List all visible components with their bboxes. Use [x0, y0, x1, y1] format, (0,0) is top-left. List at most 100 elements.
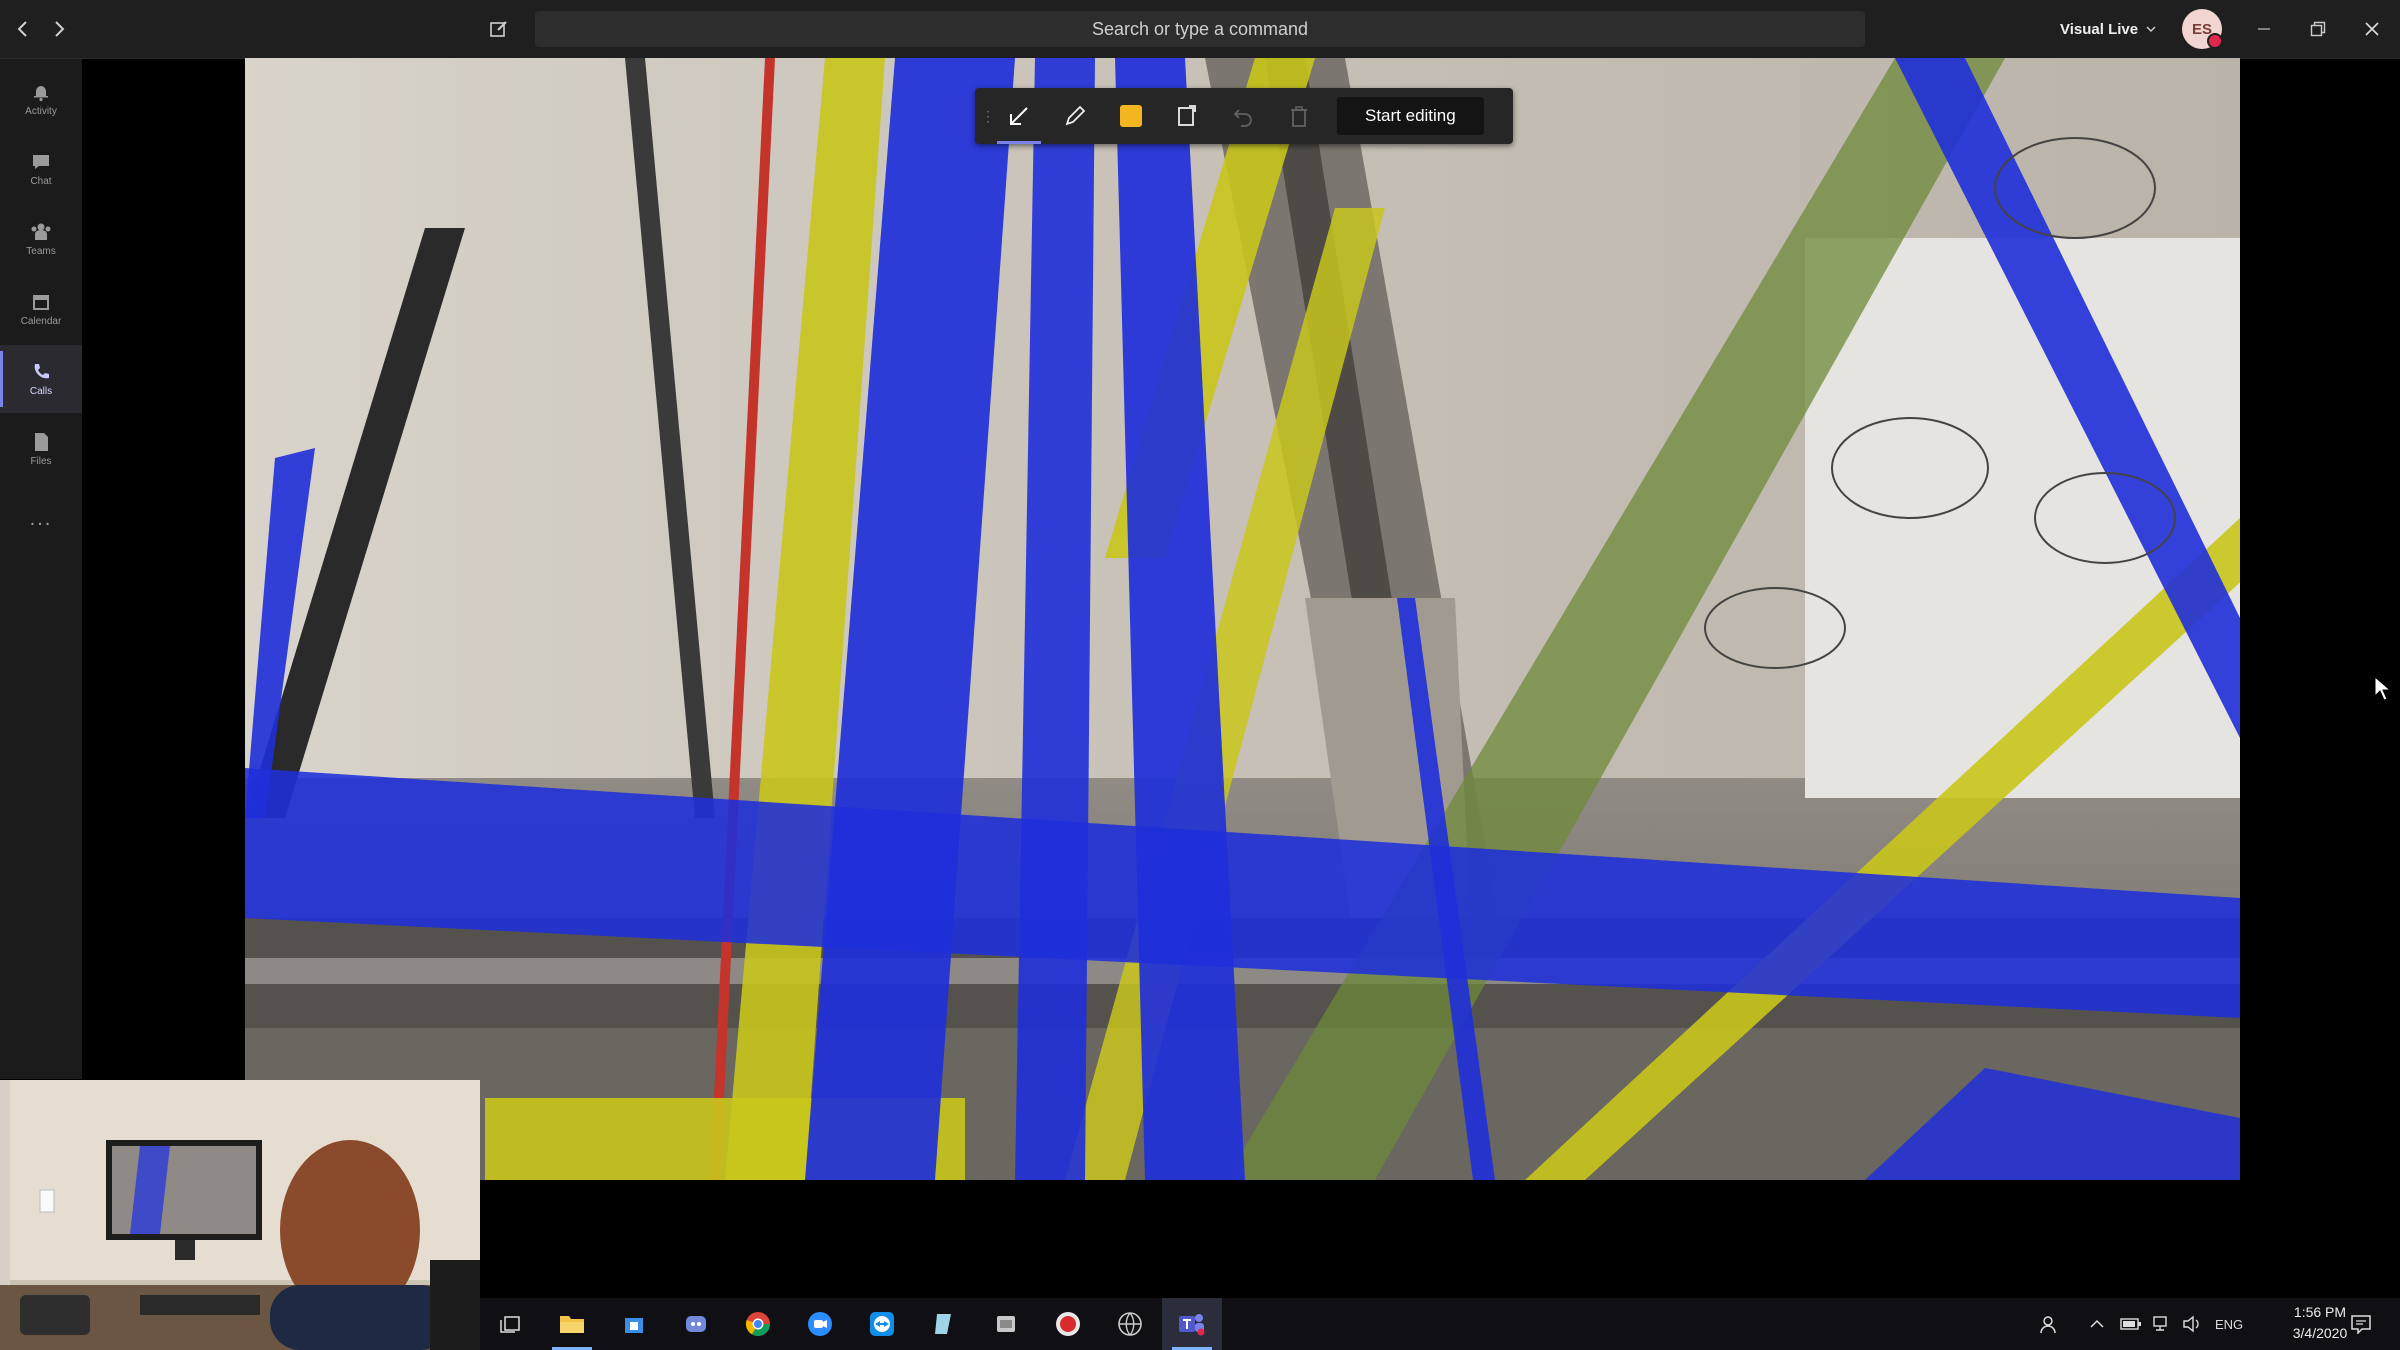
rail-item-label: Activity	[25, 105, 57, 117]
taskbar-teamviewer[interactable]	[852, 1298, 912, 1350]
undo-button[interactable]	[1215, 88, 1271, 144]
rail-item-calls[interactable]: Calls	[0, 345, 82, 413]
pen-icon	[1065, 105, 1086, 126]
drag-handle-icon[interactable]: ⋮	[981, 104, 995, 128]
mouse-cursor-icon	[2374, 676, 2392, 701]
app-globe-icon	[1118, 1312, 1142, 1336]
rail-item-calendar[interactable]: Calendar	[0, 275, 82, 343]
shape-tool-button[interactable]	[1159, 88, 1215, 144]
notes-icon	[935, 1314, 951, 1334]
file-icon	[35, 432, 48, 451]
taskbar-app-red[interactable]	[1038, 1298, 1098, 1350]
avatar[interactable]: ES	[2182, 9, 2223, 49]
presence-status-icon	[2207, 33, 2223, 49]
back-button[interactable]	[6, 0, 40, 58]
notification-center-icon	[2351, 1315, 2371, 1334]
tray-show-hidden[interactable]	[2090, 1298, 2104, 1350]
rail-item-chat[interactable]: Chat	[0, 135, 82, 203]
battery-icon	[2120, 1318, 2141, 1330]
annotation-toolbar: ⋮ Start editing	[975, 88, 1513, 144]
remote-video[interactable]: ⋮ Start editing	[245, 58, 2240, 1180]
ar-scene	[245, 58, 2240, 1180]
phone-icon	[34, 363, 49, 378]
pen-tool-button[interactable]	[1047, 88, 1103, 144]
teams-icon	[31, 223, 51, 240]
tray-volume[interactable]	[2182, 1298, 2202, 1350]
monitor-stand	[175, 1240, 195, 1260]
start-editing-button[interactable]: Start editing	[1337, 97, 1484, 135]
delete-button[interactable]	[1271, 88, 1327, 144]
restore-button[interactable]	[2296, 0, 2340, 58]
teams-icon	[1179, 1314, 1205, 1336]
tray-people[interactable]	[2040, 1298, 2060, 1350]
rail-item-activity[interactable]: Activity	[0, 65, 82, 133]
app-red-icon	[1056, 1312, 1080, 1336]
forward-button[interactable]	[42, 0, 76, 58]
app-icon	[997, 1316, 1015, 1332]
tray-network[interactable]	[2152, 1298, 2172, 1350]
arrow-tool-icon	[1010, 107, 1028, 125]
rail-item-files[interactable]: Files	[0, 415, 82, 483]
rail-item-teams[interactable]: Teams	[0, 205, 82, 273]
app-zoom-icon	[808, 1312, 832, 1336]
color-swatch-icon	[1120, 105, 1142, 127]
store-icon	[625, 1318, 643, 1333]
arrow-tool-button[interactable]	[991, 88, 1047, 144]
discord-icon	[686, 1316, 706, 1332]
rail-item-label: Chat	[30, 175, 52, 187]
taskbar-app-globe[interactable]	[1100, 1298, 1160, 1350]
light-switch	[39, 1189, 55, 1213]
task-view-icon	[500, 1316, 520, 1333]
chevron-down-icon	[2146, 26, 2156, 33]
taskbar-store[interactable]	[604, 1298, 664, 1350]
more-icon: ...	[29, 507, 53, 530]
people-icon	[2040, 1316, 2056, 1334]
desk-phone	[20, 1295, 90, 1335]
title-bar: Search or type a command Visual Live ES	[0, 0, 2400, 59]
calendar-icon	[33, 294, 49, 310]
org-switcher[interactable]: Visual Live	[2060, 0, 2156, 58]
chevron-right-icon	[55, 21, 65, 37]
new-chat-button[interactable]	[482, 0, 516, 58]
org-name: Visual Live	[2060, 20, 2139, 38]
chrome-icon	[745, 1312, 770, 1337]
delete-icon	[1291, 106, 1307, 127]
close-button[interactable]	[2350, 0, 2394, 58]
rail-item-label: Calls	[29, 385, 53, 397]
task-view-button[interactable]	[480, 1298, 540, 1350]
teamviewer-icon	[870, 1312, 894, 1336]
close-icon	[2365, 22, 2379, 36]
self-view-video	[0, 1080, 480, 1350]
webcam-scene	[0, 1080, 480, 1350]
search-input[interactable]: Search or type a command	[535, 11, 1865, 47]
chair	[430, 1260, 480, 1350]
taskbar-app[interactable]	[976, 1298, 1036, 1350]
minimize-button[interactable]	[2242, 0, 2286, 58]
chevron-left-icon	[17, 21, 27, 37]
taskbar-notes[interactable]	[914, 1298, 974, 1350]
search-placeholder: Search or type a command	[1091, 18, 1309, 39]
rail-item-more[interactable]: ...	[0, 485, 82, 553]
person-shoulders	[270, 1285, 450, 1350]
taskbar-teams[interactable]	[1162, 1298, 1222, 1350]
taskbar-file-explorer[interactable]	[542, 1298, 602, 1350]
chevron-up-icon	[2090, 1319, 2104, 1328]
tray-battery[interactable]	[2120, 1298, 2142, 1350]
tray-notifications[interactable]	[2350, 1298, 2372, 1350]
color-picker-button[interactable]	[1103, 88, 1159, 144]
language-indicator: ENG	[2215, 1316, 2244, 1332]
compose-icon	[490, 21, 507, 37]
windows-taskbar: ENG 1:56 PM 3/4/2020	[480, 1298, 2400, 1350]
taskbar-chrome[interactable]	[728, 1298, 788, 1350]
tray-language[interactable]: ENG	[2215, 1298, 2243, 1350]
network-icon	[2153, 1316, 2167, 1331]
bell-icon	[34, 85, 48, 101]
shape-icon	[1178, 105, 1196, 126]
taskbar-discord[interactable]	[666, 1298, 726, 1350]
taskbar-app-zoom[interactable]	[790, 1298, 850, 1350]
rail-item-label: Calendar	[20, 315, 62, 327]
rail-item-label: Teams	[26, 245, 56, 257]
minimize-icon	[2258, 28, 2270, 30]
file-explorer-icon	[560, 1316, 584, 1333]
app-rail: Activity Chat Teams Calendar Calls Files…	[0, 59, 82, 1079]
